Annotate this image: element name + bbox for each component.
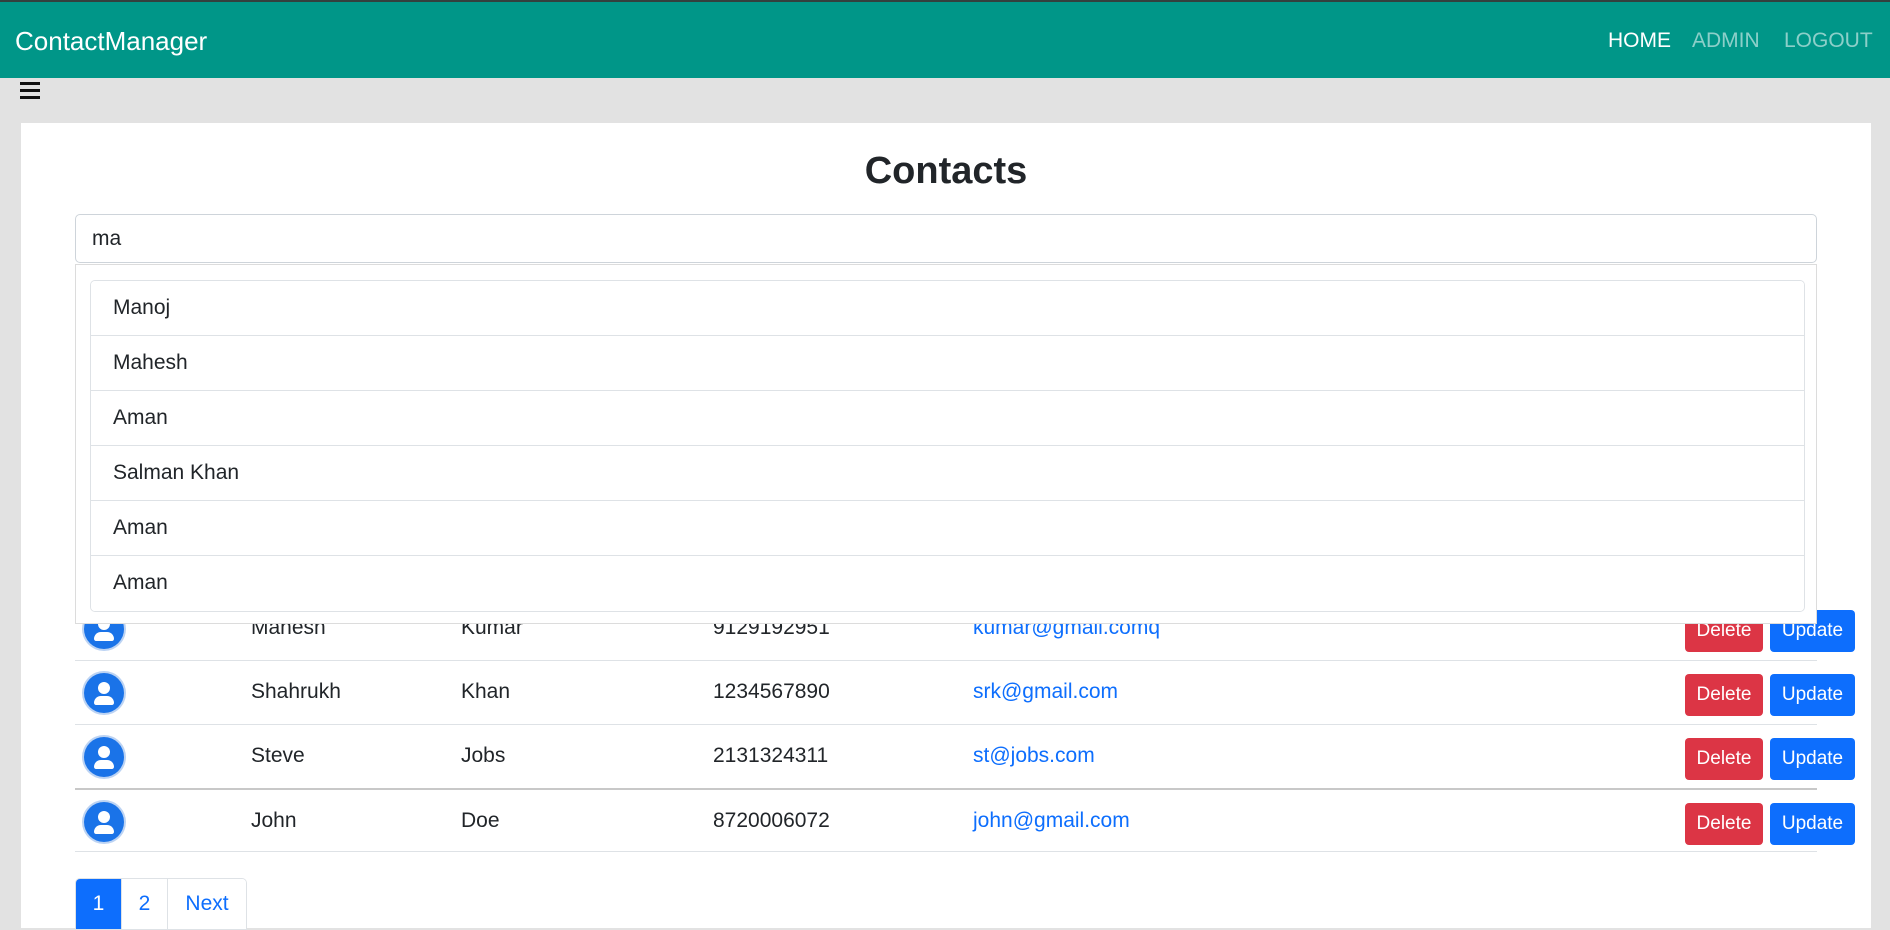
- page-title: Contacts: [864, 150, 1028, 192]
- table-row: Steve Jobs 2131324311 st@jobs.com Delete…: [75, 725, 1855, 789]
- page-2-link[interactable]: 2: [121, 879, 167, 929]
- suggestion-item[interactable]: Aman: [91, 391, 1804, 446]
- suggestion-item[interactable]: Aman: [91, 556, 1804, 611]
- next-page-link[interactable]: Next: [167, 879, 246, 929]
- email-link[interactable]: john@gmail.com: [973, 809, 1130, 833]
- suggestion-item[interactable]: Aman: [91, 501, 1804, 556]
- update-button[interactable]: Update: [1770, 803, 1855, 845]
- last-name: Doe: [461, 809, 500, 832]
- table-row: John Doe 8720006072 john@gmail.com Delet…: [75, 788, 1855, 852]
- first-name: John: [251, 809, 297, 832]
- phone: 2131324311: [713, 744, 829, 767]
- page-1-link[interactable]: 1: [76, 879, 121, 929]
- update-button[interactable]: Update: [1770, 674, 1855, 716]
- suggestion-list: Manoj Mahesh Aman Salman Khan Aman Aman: [90, 280, 1805, 612]
- update-button[interactable]: Update: [1770, 738, 1855, 780]
- pagination: 1 2 Next: [75, 878, 247, 930]
- email-link[interactable]: st@jobs.com: [973, 744, 1095, 768]
- last-name: Khan: [461, 680, 511, 703]
- table-row: Shahrukh Khan 1234567890 srk@gmail.com D…: [75, 661, 1855, 725]
- suggestion-item[interactable]: Mahesh: [91, 336, 1804, 391]
- nav-home-link[interactable]: HOME: [1608, 29, 1671, 53]
- nav-admin-link[interactable]: ADMIN: [1692, 29, 1760, 53]
- nav-logout-link[interactable]: LOGOUT: [1784, 29, 1873, 53]
- phone: 8720006072: [713, 809, 830, 832]
- first-name: Shahrukh: [251, 680, 341, 703]
- phone: 1234567890: [713, 680, 830, 703]
- search-input[interactable]: [75, 214, 1817, 263]
- user-avatar-icon: [84, 673, 124, 713]
- delete-button[interactable]: Delete: [1685, 674, 1763, 716]
- email-link[interactable]: srk@gmail.com: [973, 680, 1118, 704]
- delete-button[interactable]: Delete: [1685, 738, 1763, 780]
- last-name: Jobs: [461, 744, 506, 767]
- hamburger-menu-icon[interactable]: [18, 80, 44, 102]
- user-avatar-icon: [84, 802, 124, 842]
- top-navbar: ContactManager HOME ADMIN LOGOUT: [0, 0, 1890, 78]
- brand-logo[interactable]: ContactManager: [15, 26, 207, 57]
- delete-button[interactable]: Delete: [1685, 803, 1763, 845]
- suggestion-item[interactable]: Manoj: [91, 281, 1804, 336]
- search-suggestions-dropdown: Manoj Mahesh Aman Salman Khan Aman Aman: [75, 264, 1817, 624]
- first-name: Steve: [251, 744, 305, 767]
- suggestion-item[interactable]: Salman Khan: [91, 446, 1804, 501]
- user-avatar-icon: [84, 737, 124, 777]
